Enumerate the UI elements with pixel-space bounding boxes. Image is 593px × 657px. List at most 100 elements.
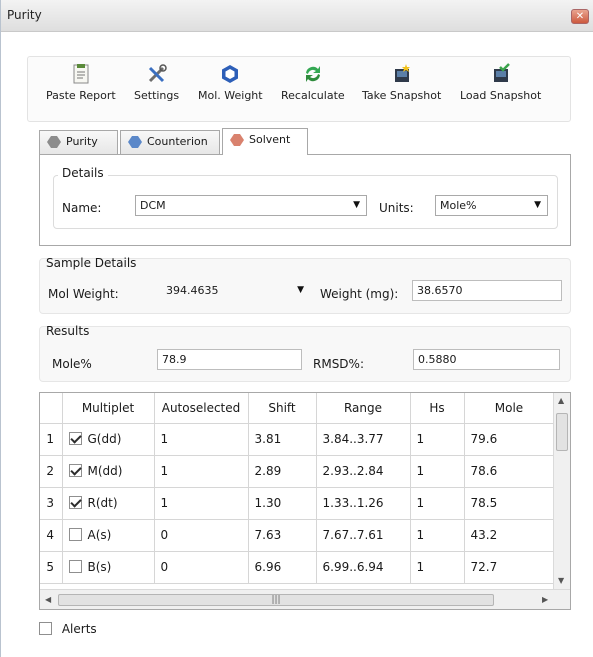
hs-cell-text: 1 [416,432,425,446]
header-hs[interactable]: Hs [410,393,465,424]
multiplet-cell-text: G(dd) [87,432,122,446]
alerts-label: Alerts [61,622,97,636]
mole-cell: 78.5 [464,487,555,520]
shift-cell-text: 1.30 [254,496,282,510]
scroll-left-icon[interactable]: ◀ [45,595,51,604]
range-cell-text: 1.33..1.26 [322,496,384,510]
table-row[interactable]: 2 M(dd) 1 2.89 2.93..2.84 1 78.6 [40,455,555,488]
mole-percent-label: Mole% [52,357,92,371]
recalculate-label: Recalculate [281,89,345,102]
header-mole[interactable]: Mole [464,393,555,424]
rmsd-value: 0.5880 [418,353,457,366]
vertical-scroll-thumb[interactable] [556,413,568,451]
row-number: 1 [40,423,63,456]
tab-solvent-label: Solvent [249,133,291,146]
shift-cell: 7.63 [248,519,317,552]
mole-cell-text: 78.6 [470,464,498,478]
alerts-checkbox-row[interactable]: Alerts [39,622,97,636]
table-row[interactable]: 5 B(s) 0 6.96 6.99..6.94 1 72.7 [40,551,555,584]
solvent-tab-panel: Details Name: DCM ▼ Units: Mole% ▼ [39,154,571,246]
mole-cell-text: 79.6 [470,432,498,446]
weight-mg-value: 38.6570 [417,284,463,297]
range-cell-text: 6.99..6.94 [322,560,384,574]
horizontal-scrollbar[interactable]: ◀ ||| ▶ [40,589,570,609]
solvent-name-dropdown[interactable]: DCM ▼ [135,195,367,216]
multiplet-cell[interactable]: G(dd) [62,423,155,456]
header-shift[interactable]: Shift [248,393,317,424]
header-range[interactable]: Range [316,393,411,424]
mol-weight-label-field: Mol Weight: [48,287,119,301]
chevron-down-icon: ▼ [297,285,304,295]
tab-solvent[interactable]: Solvent [222,128,308,155]
hs-cell-text: 1 [416,560,425,574]
mole-cell: 43.2 [464,519,555,552]
multiplet-cell-text: M(dd) [87,464,123,478]
take-snapshot-button[interactable]: Take Snapshot [362,63,441,102]
table-row[interactable]: 3 R(dt) 1 1.30 1.33..1.26 1 78.5 [40,487,555,520]
multiplet-cell[interactable]: A(s) [62,519,155,552]
mol-weight-dropdown[interactable]: 394.4635 ▼ [161,280,311,301]
window-title: Purity [7,8,42,22]
multiplet-cell[interactable]: M(dd) [62,455,155,488]
counterion-hexagon-icon [128,136,142,148]
multiplet-checkbox[interactable] [68,464,82,477]
table-row[interactable]: 4 A(s) 0 7.63 7.67..7.61 1 43.2 [40,519,555,552]
scroll-up-icon[interactable]: ▲ [558,396,564,405]
mol-weight-label: Mol. Weight [198,89,263,102]
mole-percent-field: 78.9 [157,349,302,370]
scroll-down-icon[interactable]: ▼ [558,576,564,585]
multiplet-cell[interactable]: R(dt) [62,487,155,520]
alerts-checkbox[interactable] [39,622,52,635]
close-icon: ✕ [575,11,585,22]
settings-button[interactable]: Settings [134,63,179,102]
multiplet-checkbox[interactable] [68,432,82,445]
units-label: Units: [379,201,414,215]
multiplet-cell[interactable]: B(s) [62,551,155,584]
paste-report-button[interactable]: Paste Report [46,63,116,102]
purity-window: Purity ✕ Paste Report Settings Mol. Weig… [0,0,593,657]
hs-cell-text: 1 [416,528,425,542]
paste-report-icon [73,64,89,84]
header-autoselected[interactable]: Autoselected [154,393,249,424]
sample-details-title: Sample Details [46,256,137,270]
multiplet-checkbox[interactable] [68,528,82,541]
vertical-scrollbar[interactable]: ▲ ▼ [553,393,570,589]
multiplet-cell-text: R(dt) [87,496,118,510]
multiplet-cell-text: A(s) [87,528,112,542]
horizontal-scroll-thumb[interactable]: ||| [58,594,494,606]
autoselected-cell: 0 [154,551,249,584]
range-cell: 7.67..7.61 [316,519,411,552]
weight-mg-input[interactable]: 38.6570 [412,280,562,301]
chevron-down-icon: ▼ [353,200,360,210]
shift-cell-text: 3.81 [254,432,282,446]
scroll-right-icon[interactable]: ▶ [542,595,548,604]
multiplet-checkbox[interactable] [68,496,82,509]
row-number-text: 4 [46,528,55,542]
close-button[interactable]: ✕ [571,9,589,24]
results-title: Results [46,324,90,338]
tab-counterion[interactable]: Counterion [120,130,220,155]
mol-weight-button[interactable]: Mol. Weight [198,63,263,102]
autoselected-cell: 1 [154,423,249,456]
multiplet-grid: Multiplet Autoselected Shift Range Hs Mo… [40,393,555,584]
table-body: 1 G(dd) 1 3.81 3.84..3.77 1 79.6 2 M(dd) 1 2.89 2.9… [40,423,555,584]
units-dropdown[interactable]: Mole% ▼ [435,195,548,216]
row-number-text: 5 [46,560,55,574]
multiplet-checkbox[interactable] [68,560,82,573]
mole-percent-value: 78.9 [162,353,187,366]
range-cell: 3.84..3.77 [316,423,411,456]
hs-cell: 1 [410,487,465,520]
hs-cell: 1 [410,551,465,584]
multiplet-cell-text: B(s) [87,560,112,574]
header-multiplet[interactable]: Multiplet [62,393,155,424]
paste-report-label: Paste Report [46,89,116,102]
sample-details-section: Sample Details Mol Weight: 394.4635 ▼ We… [39,256,571,314]
load-snapshot-button[interactable]: Load Snapshot [460,63,541,102]
recalculate-button[interactable]: Recalculate [281,63,345,102]
table-row[interactable]: 1 G(dd) 1 3.81 3.84..3.77 1 79.6 [40,423,555,456]
purity-hexagon-icon [47,136,61,148]
multiplet-table: Multiplet Autoselected Shift Range Hs Mo… [39,392,571,610]
tab-purity[interactable]: Purity [39,130,118,155]
load-snapshot-label: Load Snapshot [460,89,542,102]
shift-cell: 1.30 [248,487,317,520]
